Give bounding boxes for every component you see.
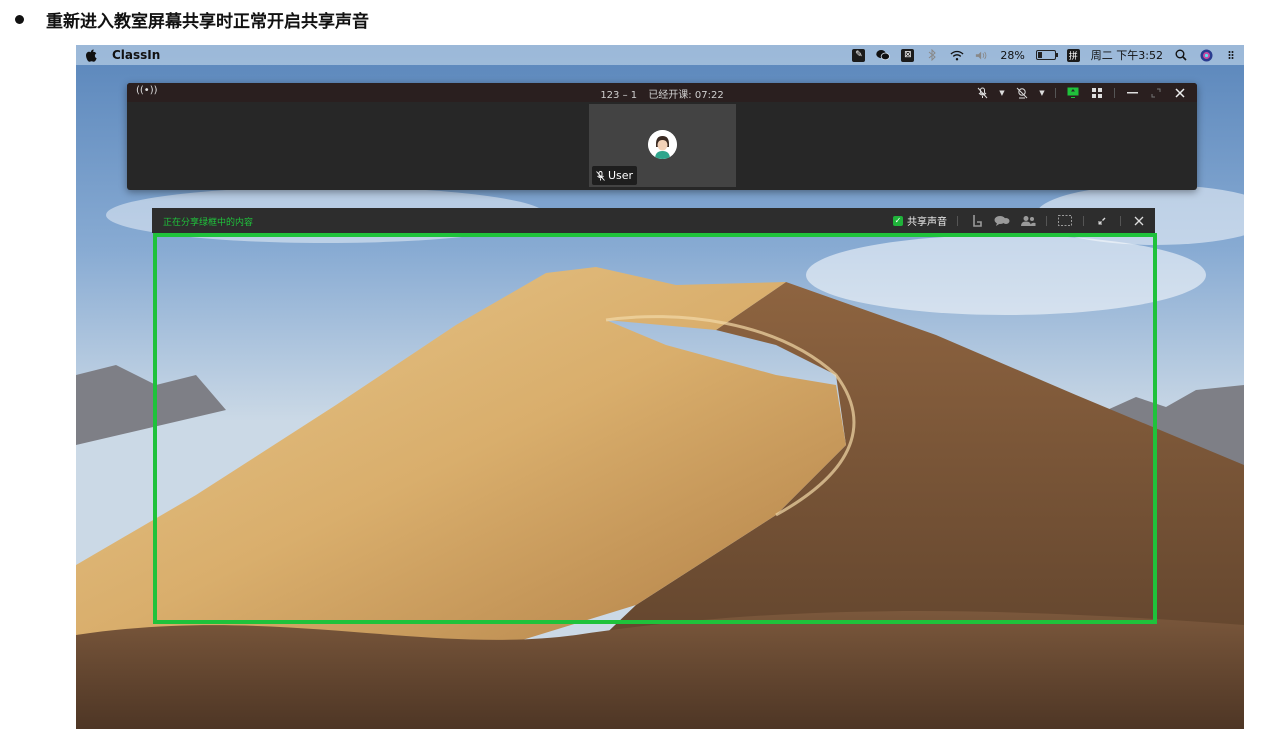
classroom-toolbar: ▼ ▼ xyxy=(975,84,1187,101)
tile-user-name: User xyxy=(608,169,634,182)
raise-hand-icon[interactable] xyxy=(968,214,984,228)
members-icon[interactable] xyxy=(1020,214,1036,228)
select-area-icon[interactable] xyxy=(1057,214,1073,228)
toolbar-divider xyxy=(1055,87,1056,98)
toolbar-divider xyxy=(1120,215,1121,226)
mic-mute-icon[interactable] xyxy=(975,86,989,100)
screenshot-app-icon[interactable]: ✎ xyxy=(852,48,866,62)
menubar-clock[interactable]: 周二 下午3:52 xyxy=(1091,47,1163,63)
mic-dropdown-icon[interactable]: ▼ xyxy=(999,86,1005,100)
app-icon[interactable]: ⊠ xyxy=(901,48,915,62)
input-method-icon[interactable]: 拼 xyxy=(1066,48,1080,62)
apple-icon[interactable] xyxy=(86,49,98,62)
caption-text: 重新进入教室屏幕共享时正常开启共享声音 xyxy=(46,11,369,32)
sharing-status-text: 正在分享绿框中的内容 xyxy=(163,218,254,228)
volume-icon[interactable] xyxy=(975,48,989,62)
room-name: 123 – 1 xyxy=(600,90,638,101)
camera-dropdown-icon[interactable]: ▼ xyxy=(1039,86,1045,100)
battery-percent: 28% xyxy=(1000,48,1025,62)
status-area: ✎ ⊠ 28% 拼 周二 下午3:52 xyxy=(852,47,1238,63)
battery-icon[interactable] xyxy=(1035,50,1058,60)
classroom-titlebar: ((•)) 123 – 1 已经开课: 07:22 ▼ ▼ xyxy=(127,83,1197,102)
camera-mute-icon[interactable] xyxy=(1015,86,1029,100)
wechat-icon[interactable] xyxy=(876,48,891,62)
elapsed-time: 已经开课: 07:22 xyxy=(648,90,724,101)
share-region-frame[interactable] xyxy=(153,233,1157,624)
toolbar-divider xyxy=(1046,215,1047,226)
search-icon[interactable] xyxy=(1174,48,1188,62)
desktop-screenshot: ClassIn ✎ ⊠ 28% 拼 周二 下午3:52 ((•)) 123 – … xyxy=(76,45,1244,729)
toolbar-divider xyxy=(1083,215,1084,226)
fullscreen-icon[interactable] xyxy=(1149,86,1163,100)
menu-extras-icon[interactable] xyxy=(1224,48,1238,62)
close-icon[interactable] xyxy=(1131,214,1147,228)
close-icon[interactable] xyxy=(1173,86,1187,100)
share-audio-checkbox[interactable]: ✓ xyxy=(893,215,903,226)
battery-fill xyxy=(1037,52,1042,58)
share-tools: ✓ 共享声音 xyxy=(893,208,1147,233)
screen-share-icon[interactable] xyxy=(1066,86,1080,100)
app-menu-name[interactable]: ClassIn xyxy=(112,48,160,62)
bluetooth-icon[interactable] xyxy=(925,48,939,62)
video-tile[interactable]: User xyxy=(589,104,736,187)
share-audio-toggle[interactable]: ✓ 共享声音 xyxy=(893,213,947,228)
toolbar-divider xyxy=(1114,87,1115,98)
wifi-icon[interactable] xyxy=(950,48,964,62)
grid-layout-icon[interactable] xyxy=(1090,86,1104,100)
minimize-icon[interactable] xyxy=(1125,86,1139,100)
classroom-window: ((•)) 123 – 1 已经开课: 07:22 ▼ ▼ User xyxy=(127,83,1197,190)
avatar xyxy=(648,130,677,159)
chat-icon[interactable] xyxy=(994,214,1010,228)
screen-share-toolbar: 正在分享绿框中的内容 ✓ 共享声音 xyxy=(152,208,1155,233)
mac-menu-bar: ClassIn ✎ ⊠ 28% 拼 周二 下午3:52 xyxy=(76,45,1244,65)
collapse-icon[interactable] xyxy=(1094,214,1110,228)
siri-icon[interactable] xyxy=(1199,48,1213,62)
bullet-icon xyxy=(15,14,24,24)
toolbar-divider xyxy=(957,215,958,226)
caption-line: 重新进入教室屏幕共享时正常开启共享声音 xyxy=(12,6,369,32)
tile-user-label: User xyxy=(592,166,638,185)
share-audio-label: 共享声音 xyxy=(907,217,947,228)
mic-off-icon xyxy=(596,170,605,181)
